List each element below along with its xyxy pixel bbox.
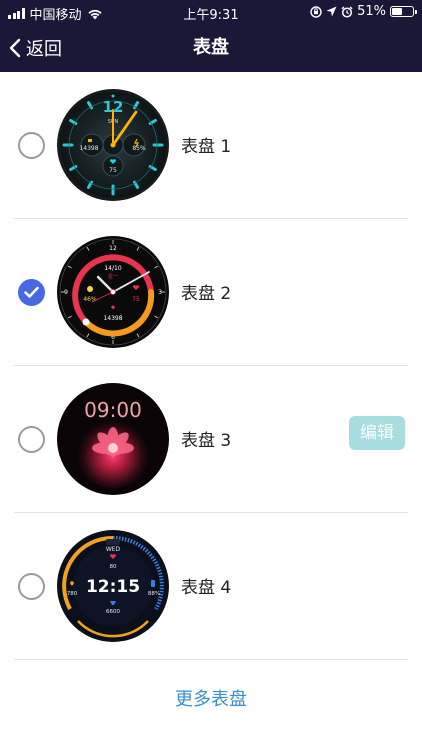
- face2-heart: 75: [132, 296, 140, 303]
- face-label-3: 表盘 3: [181, 431, 232, 451]
- face3-time: 09:00: [84, 398, 142, 422]
- face2-steps: 14398: [103, 315, 122, 322]
- status-right: 51%: [310, 4, 417, 19]
- watch-face-list: 12 SUN 14398 85% 75 表盘 1: [0, 72, 422, 660]
- face2-battery: 46%: [83, 296, 97, 303]
- radio-button-face-3[interactable]: [18, 426, 45, 453]
- nav-bar: 返回 表盘: [0, 24, 422, 72]
- edit-button[interactable]: 编辑: [349, 416, 405, 450]
- alarm-icon: [341, 5, 353, 18]
- face1-heart: 75: [109, 167, 117, 174]
- radio-button-face-4[interactable]: [18, 573, 45, 600]
- face2-date: 14/10: [104, 265, 121, 272]
- watch-face-4-preview: WED 80 12:15 780 88% 6600: [57, 530, 169, 642]
- location-icon: [326, 6, 337, 17]
- face4-calories: 780: [67, 591, 78, 597]
- face4-heart: 80: [110, 564, 117, 570]
- radio-button-face-2[interactable]: [18, 279, 45, 306]
- face2-n3: 3: [158, 289, 162, 296]
- face-label-1: 表盘 1: [181, 137, 232, 157]
- watch-face-1-preview: 12 SUN 14398 85% 75: [57, 89, 169, 201]
- battery-percent: 51%: [357, 4, 386, 19]
- page-title: 表盘: [193, 37, 229, 58]
- watch-face-row-1[interactable]: 12 SUN 14398 85% 75 表盘 1: [0, 72, 422, 219]
- checkmark-icon: [24, 286, 39, 298]
- radio-button-face-1[interactable]: [18, 132, 45, 159]
- watch-face-row-3[interactable]: 09:00 表盘 3 编辑: [0, 366, 422, 513]
- battery-icon: [390, 6, 417, 17]
- face1-battery: 85%: [132, 145, 146, 152]
- face2-day: 星一: [108, 274, 118, 280]
- face4-steps: 6600: [106, 609, 120, 615]
- watch-face-row-2[interactable]: 12 3 6 9 14/10 星一 46% 75 14398 表盘 2: [0, 219, 422, 366]
- lock-rotation-icon: [310, 5, 322, 18]
- face4-time: 12:15: [86, 577, 140, 597]
- watch-face-row-4[interactable]: WED 80 12:15 780 88% 6600 表盘 4: [0, 513, 422, 660]
- face-label-2: 表盘 2: [181, 284, 232, 304]
- face2-n9: 9: [64, 289, 68, 296]
- face1-steps: 14398: [79, 145, 98, 152]
- face2-n12: 12: [109, 245, 117, 252]
- row-divider: [14, 659, 408, 660]
- face-label-4: 表盘 4: [181, 578, 232, 598]
- face4-weekday: WED: [106, 546, 121, 553]
- face4-battery: 88%: [148, 591, 160, 597]
- status-bar: 中国移动 上午9:31 51%: [0, 0, 422, 24]
- more-watch-faces-link[interactable]: 更多表盘: [0, 672, 422, 728]
- watch-face-2-preview: 12 3 6 9 14/10 星一 46% 75 14398: [57, 236, 169, 348]
- watch-face-3-preview: 09:00: [57, 383, 169, 495]
